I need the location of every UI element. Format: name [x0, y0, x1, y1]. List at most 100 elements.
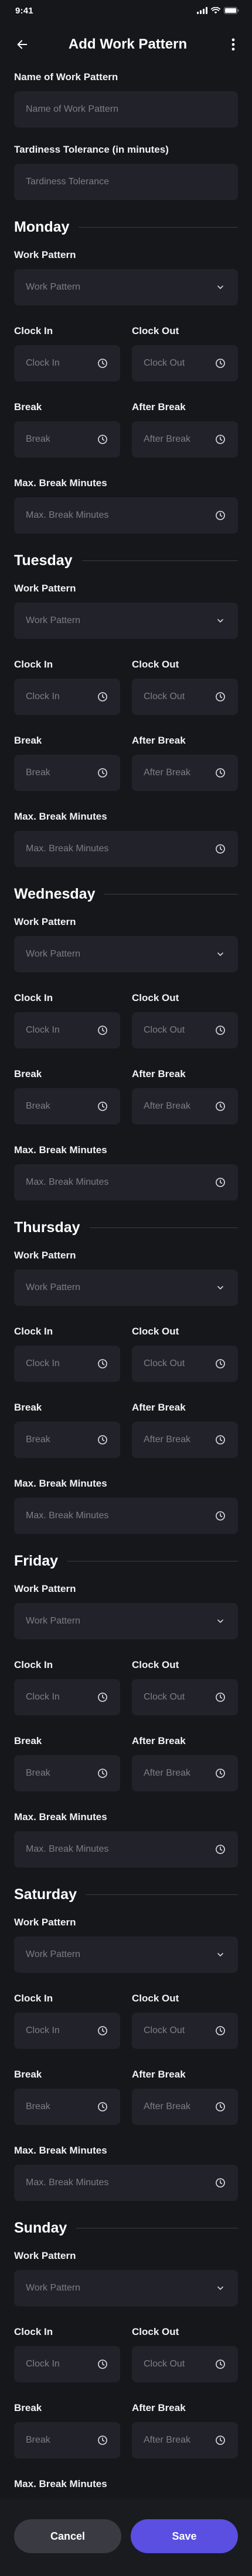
clock-out-group: Clock Out Clock Out [132, 1993, 238, 2049]
clock-out-placeholder: Clock Out [144, 2359, 185, 2369]
work-pattern-select[interactable]: Work Pattern [14, 2270, 238, 2306]
work-pattern-select[interactable]: Work Pattern [14, 936, 238, 972]
wifi-icon [211, 7, 220, 14]
clock-out-input[interactable]: Clock Out [132, 679, 238, 715]
work-pattern-select[interactable]: Work Pattern [14, 603, 238, 639]
max-break-group: Max. Break Minutes Max. Break Minutes [14, 477, 238, 534]
break-input[interactable]: Break [14, 1755, 120, 1791]
after-break-label: After Break [132, 1735, 186, 1746]
clock-in-input[interactable]: Clock In [14, 679, 120, 715]
break-input[interactable]: Break [14, 421, 120, 458]
tardiness-input[interactable]: Tardiness Tolerance [14, 164, 238, 200]
clock-icon [98, 359, 107, 368]
clock-out-label: Clock Out [132, 325, 179, 336]
status-icons [197, 7, 239, 14]
app-header: Add Work Pattern [0, 18, 252, 71]
clock-icon [216, 1359, 225, 1368]
break-input[interactable]: Break [14, 2089, 120, 2125]
max-break-group: Max. Break Minutes Max. Break Minutes [14, 811, 238, 867]
back-button[interactable] [13, 35, 32, 54]
break-group: Break Break [14, 401, 120, 458]
clock-in-label: Clock In [14, 659, 53, 670]
clock-in-label: Clock In [14, 992, 53, 1003]
clock-in-input[interactable]: Clock In [14, 2013, 120, 2049]
clock-out-group: Clock Out Clock Out [132, 659, 238, 715]
break-input[interactable]: Break [14, 755, 120, 791]
max-break-input[interactable]: Max. Break Minutes [14, 1831, 238, 1867]
divider [86, 1894, 238, 1895]
clock-in-input[interactable]: Clock In [14, 2346, 120, 2382]
clock-icon [216, 435, 225, 444]
clock-out-group: Clock Out Clock Out [132, 325, 238, 381]
work-pattern-select[interactable]: Work Pattern [14, 1270, 238, 1306]
clock-in-input[interactable]: Clock In [14, 1679, 120, 1715]
clock-in-input[interactable]: Clock In [14, 345, 120, 381]
clock-out-label: Clock Out [132, 659, 179, 670]
work-pattern-placeholder: Work Pattern [26, 1616, 81, 1626]
after-break-input[interactable]: After Break [132, 2422, 238, 2458]
clock-out-input[interactable]: Clock Out [132, 1012, 238, 1048]
day-header: Wednesday [14, 883, 238, 904]
day-header: Friday [14, 1550, 238, 1571]
cancel-button[interactable]: Cancel [14, 2519, 121, 2553]
clock-in-placeholder: Clock In [26, 2359, 60, 2369]
clock-icon [98, 1693, 107, 1702]
break-input[interactable]: Break [14, 2422, 120, 2458]
save-button[interactable]: Save [131, 2519, 238, 2553]
break-label: Break [14, 1068, 42, 1079]
clock-row: Clock In Clock In Clock Out Clock Out [14, 1326, 238, 1382]
break-placeholder: Break [26, 1101, 50, 1111]
break-input[interactable]: Break [14, 1088, 120, 1124]
clock-in-label: Clock In [14, 1326, 53, 1337]
after-break-input[interactable]: After Break [132, 2089, 238, 2125]
break-row: Break Break After Break After Break [14, 1068, 238, 1124]
clock-out-input[interactable]: Clock Out [132, 1679, 238, 1715]
clock-out-input[interactable]: Clock Out [132, 2346, 238, 2382]
clock-icon [216, 768, 225, 778]
clock-icon [216, 1693, 225, 1702]
work-pattern-group: Work Pattern Work Pattern [14, 1917, 238, 1973]
clock-out-placeholder: Clock Out [144, 1025, 185, 1035]
clock-icon [98, 1359, 107, 1368]
clock-in-label: Clock In [14, 1993, 53, 2004]
clock-out-input[interactable]: Clock Out [132, 2013, 238, 2049]
clock-out-input[interactable]: Clock Out [132, 345, 238, 381]
day-title: Wednesday [14, 885, 96, 902]
tardiness-input-placeholder: Tardiness Tolerance [26, 177, 110, 187]
clock-out-input[interactable]: Clock Out [132, 1346, 238, 1382]
chevron-down-icon [217, 619, 223, 622]
after-break-input[interactable]: After Break [132, 1755, 238, 1791]
work-pattern-select[interactable]: Work Pattern [14, 269, 238, 305]
max-break-input[interactable]: Max. Break Minutes [14, 1498, 238, 1534]
after-break-input[interactable]: After Break [132, 755, 238, 791]
break-group: Break Break [14, 735, 120, 791]
after-break-input[interactable]: After Break [132, 421, 238, 458]
clock-out-placeholder: Clock Out [144, 1692, 185, 1702]
max-break-placeholder: Max. Break Minutes [26, 510, 109, 520]
max-break-input[interactable]: Max. Break Minutes [14, 2165, 238, 2201]
work-pattern-select[interactable]: Work Pattern [14, 1603, 238, 1639]
max-break-input[interactable]: Max. Break Minutes [14, 1164, 238, 1201]
more-options-button[interactable] [224, 35, 243, 54]
after-break-input[interactable]: After Break [132, 1088, 238, 1124]
signal-icon [197, 7, 207, 14]
clock-in-input[interactable]: Clock In [14, 1012, 120, 1048]
clock-in-group: Clock In Clock In [14, 1993, 120, 2049]
clock-out-placeholder: Clock Out [144, 692, 185, 701]
day-title: Friday [14, 1552, 59, 1569]
clock-row: Clock In Clock In Clock Out Clock Out [14, 1659, 238, 1715]
name-input[interactable]: Name of Work Pattern [14, 91, 238, 128]
max-break-input[interactable]: Max. Break Minutes [14, 497, 238, 534]
divider [81, 560, 238, 561]
clock-icon [216, 2102, 225, 2111]
work-pattern-placeholder: Work Pattern [26, 615, 81, 625]
clock-in-input[interactable]: Clock In [14, 1346, 120, 1382]
after-break-group: After Break After Break [132, 401, 238, 458]
max-break-input[interactable]: Max. Break Minutes [14, 831, 238, 867]
work-pattern-select[interactable]: Work Pattern [14, 1937, 238, 1973]
break-input[interactable]: Break [14, 1422, 120, 1458]
clock-in-group: Clock In Clock In [14, 992, 120, 1048]
clock-out-placeholder: Clock Out [144, 1358, 185, 1368]
break-row: Break Break After Break After Break [14, 401, 238, 458]
after-break-input[interactable]: After Break [132, 1422, 238, 1458]
